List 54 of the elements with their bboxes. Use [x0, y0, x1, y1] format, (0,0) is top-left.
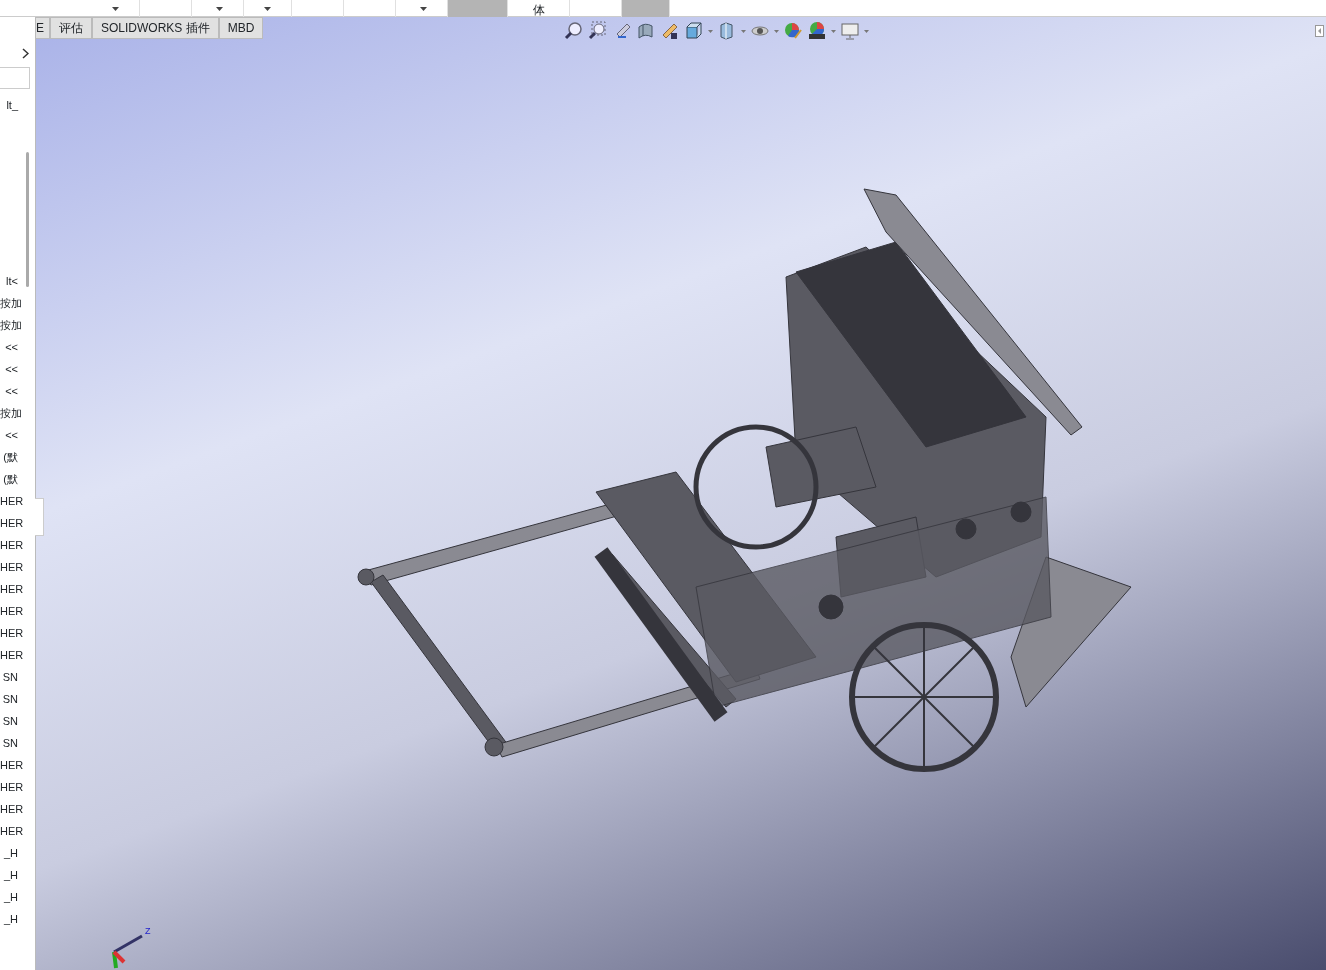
- tree-item[interactable]: SN: [0, 710, 35, 732]
- tree-item[interactable]: HER: [0, 776, 35, 798]
- ribbon-tab[interactable]: E: [35, 17, 50, 39]
- zoom-area-icon[interactable]: [588, 21, 608, 41]
- tree-item[interactable]: <<: [0, 336, 35, 358]
- tree-item[interactable]: 按加: [0, 314, 35, 336]
- tree-item[interactable]: SN: [0, 732, 35, 754]
- caret-icon[interactable]: [112, 6, 119, 11]
- tree-item[interactable]: <<: [0, 424, 35, 446]
- monitor-icon[interactable]: [840, 21, 860, 41]
- tree-item[interactable]: _H: [0, 908, 35, 930]
- collapse-icon[interactable]: [1315, 25, 1324, 37]
- scene-icon[interactable]: [807, 21, 827, 41]
- tree-item[interactable]: HER: [0, 578, 35, 600]
- view-orientation-icon[interactable]: [684, 21, 704, 41]
- tree-item[interactable]: 按加: [0, 292, 35, 314]
- zoom-to-fit-icon[interactable]: [564, 21, 584, 41]
- tree-item[interactable]: HER: [0, 556, 35, 578]
- axis-label: Z: [145, 926, 151, 936]
- tree-item[interactable]: lt_: [0, 94, 35, 116]
- tree-item[interactable]: HER: [0, 534, 35, 556]
- caret-icon[interactable]: [264, 6, 271, 11]
- tree-item[interactable]: HER: [0, 754, 35, 776]
- tree-item[interactable]: SN: [0, 688, 35, 710]
- tree-item[interactable]: _H: [0, 842, 35, 864]
- tree-item[interactable]: HER: [0, 512, 35, 534]
- section-view-icon[interactable]: [636, 21, 656, 41]
- filter-field[interactable]: [0, 67, 30, 89]
- tree-item[interactable]: HER: [0, 798, 35, 820]
- tree-item[interactable]: <<: [0, 358, 35, 380]
- tree-item[interactable]: HER: [0, 644, 35, 666]
- ribbon-tab[interactable]: SOLIDWORKS 插件: [92, 17, 219, 39]
- tree-item[interactable]: HER: [0, 622, 35, 644]
- tree-item[interactable]: HER: [0, 820, 35, 842]
- tree-item[interactable]: _H: [0, 886, 35, 908]
- tree-item[interactable]: HER: [0, 600, 35, 622]
- scrollbar-thumb[interactable]: [26, 152, 29, 287]
- tree-item[interactable]: lt<: [0, 270, 35, 292]
- tree-item[interactable]: <<: [0, 380, 35, 402]
- tree-item[interactable]: _H: [0, 864, 35, 886]
- chevron-right-icon[interactable]: [22, 47, 29, 59]
- tree-item[interactable]: 按加: [0, 402, 35, 424]
- tree-item[interactable]: (默: [0, 446, 35, 468]
- caret-icon[interactable]: [420, 6, 427, 11]
- axis-triad-drawing: [112, 934, 143, 969]
- appearance-icon[interactable]: [783, 21, 803, 41]
- dynamic-annotation-icon[interactable]: [660, 21, 680, 41]
- tree-item[interactable]: (默: [0, 468, 35, 490]
- ribbon-tab[interactable]: 评估: [50, 17, 92, 39]
- splitter-handle[interactable]: [35, 498, 44, 536]
- ribbon-tab[interactable]: MBD: [218, 17, 264, 39]
- tree-item[interactable]: SN: [0, 666, 35, 688]
- caret-icon[interactable]: [216, 6, 223, 11]
- tree-item[interactable]: HER: [0, 490, 35, 512]
